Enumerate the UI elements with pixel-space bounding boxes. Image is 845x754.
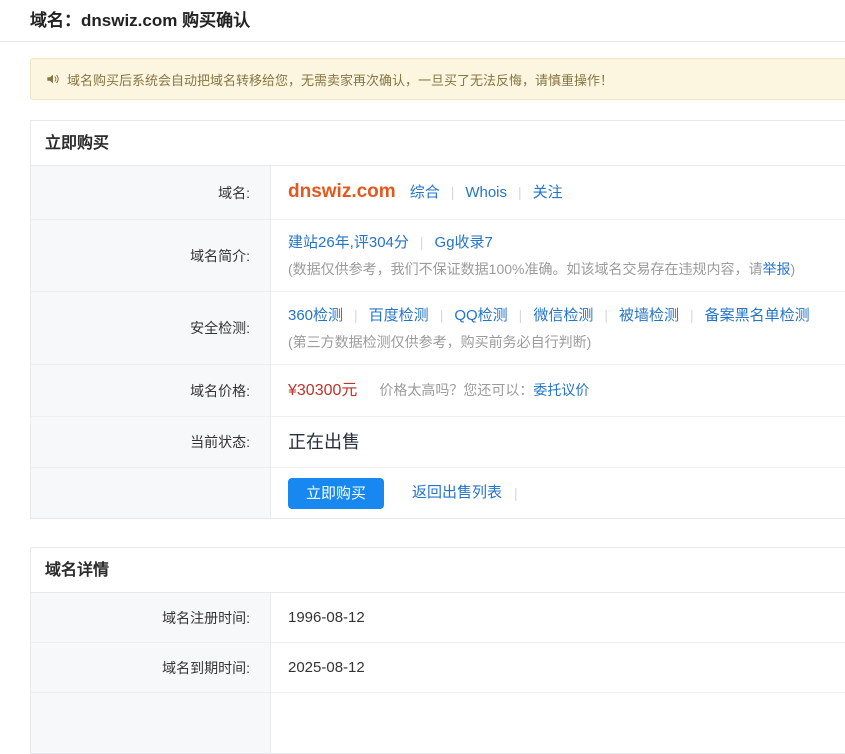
separator: | <box>518 181 522 203</box>
check-wechat-link[interactable]: 微信检测 <box>533 305 593 327</box>
page-content: 域名：dnswiz.com 购买确认 域名购买后系统会自动把域名转移给您，无需卖… <box>0 10 845 754</box>
expire-date-value: 2025-08-12 <box>288 657 365 679</box>
separator: | <box>519 304 523 326</box>
separator: | <box>514 482 518 504</box>
report-link[interactable]: 举报 <box>762 258 790 280</box>
price-note: 价格太高吗？您还可以： <box>379 379 533 401</box>
status-row: 当前状态: 正在出售 <box>31 417 845 468</box>
composite-check-link[interactable]: 综合 <box>410 182 440 204</box>
domain-label: 域名: <box>31 166 271 219</box>
status-label: 当前状态: <box>31 417 271 467</box>
buy-now-button[interactable]: 立即购买 <box>288 478 384 509</box>
expire-date-row: 域名到期时间: 2025-08-12 <box>31 643 845 693</box>
separator: | <box>420 231 424 253</box>
register-date-label: 域名注册时间: <box>31 593 271 642</box>
buy-card-title: 立即购买 <box>31 121 845 166</box>
separator: | <box>690 304 694 326</box>
alert-text: 域名购买后系统会自动把域名转移给您，无需卖家再次确认，一旦买了无法反悔，请慎重操… <box>67 70 613 89</box>
domain-intro-row: 域名简介: 建站26年,评304分 | Gg收录7 (数据仅供参考，我们不保证数… <box>31 220 845 292</box>
register-date-value: 1996-08-12 <box>288 607 365 629</box>
security-check-label: 安全检测: <box>31 292 271 364</box>
google-index-link[interactable]: Gg收录7 <box>435 232 493 254</box>
actions-row: 立即购买 返回出售列表 | <box>31 468 845 518</box>
security-disclaimer: (第三方数据检测仅供参考，购买前务必自行判断) <box>288 331 591 353</box>
domain-row: 域名: dnswiz.com 综合 | Whois | 关注 <box>31 166 845 220</box>
check-gfw-link[interactable]: 被墙检测 <box>619 305 679 327</box>
price-label: 域名价格: <box>31 365 271 416</box>
price-value: ¥30300元 <box>288 380 357 402</box>
domain-name: dnswiz.com <box>288 181 396 203</box>
expire-date-label: 域名到期时间: <box>31 643 271 692</box>
purchase-warning-alert: 域名购买后系统会自动把域名转移给您，无需卖家再次确认，一旦买了无法反悔，请慎重操… <box>30 58 845 100</box>
back-to-list-link[interactable]: 返回出售列表 <box>412 482 502 504</box>
partial-row-label-spacer <box>31 693 271 753</box>
separator: | <box>604 304 608 326</box>
separator: | <box>440 304 444 326</box>
buy-now-card: 立即购买 域名: dnswiz.com 综合 | Whois | 关注 域名简介… <box>30 120 845 519</box>
separator: | <box>354 304 358 326</box>
domain-intro-label: 域名简介: <box>31 220 271 291</box>
separator: | <box>451 181 455 203</box>
check-360-link[interactable]: 360检测 <box>288 305 343 327</box>
follow-link[interactable]: 关注 <box>533 182 563 204</box>
detail-card-title: 域名详情 <box>31 548 845 593</box>
status-value: 正在出售 <box>288 431 360 453</box>
page-title: 域名：dnswiz.com 购买确认 <box>30 10 845 32</box>
register-date-row: 域名注册时间: 1996-08-12 <box>31 593 845 643</box>
check-baidu-link[interactable]: 百度检测 <box>369 305 429 327</box>
intro-disclaimer: (数据仅供参考，我们不保证数据100%准确。如该域名交易存在违规内容，请 <box>288 258 762 280</box>
check-qq-link[interactable]: QQ检测 <box>454 305 507 327</box>
security-check-row: 安全检测: 360检测 | 百度检测 | QQ检测 | 微信检测 | 被墙检测 … <box>31 292 845 365</box>
whois-link[interactable]: Whois <box>465 182 507 204</box>
domain-details-card: 域名详情 域名注册时间: 1996-08-12 域名到期时间: 2025-08-… <box>30 547 845 754</box>
intro-disclaimer-close: ) <box>790 258 795 280</box>
actions-label-spacer <box>31 468 271 518</box>
check-icp-blacklist-link[interactable]: 备案黑名单检测 <box>705 305 810 327</box>
negotiate-price-link[interactable]: 委托议价 <box>533 379 589 401</box>
partial-row <box>31 693 845 753</box>
speaker-icon <box>46 72 60 86</box>
title-divider <box>0 41 845 42</box>
site-age-score-link[interactable]: 建站26年,评304分 <box>288 232 409 254</box>
price-row: 域名价格: ¥30300元 价格太高吗？您还可以： 委托议价 <box>31 365 845 417</box>
